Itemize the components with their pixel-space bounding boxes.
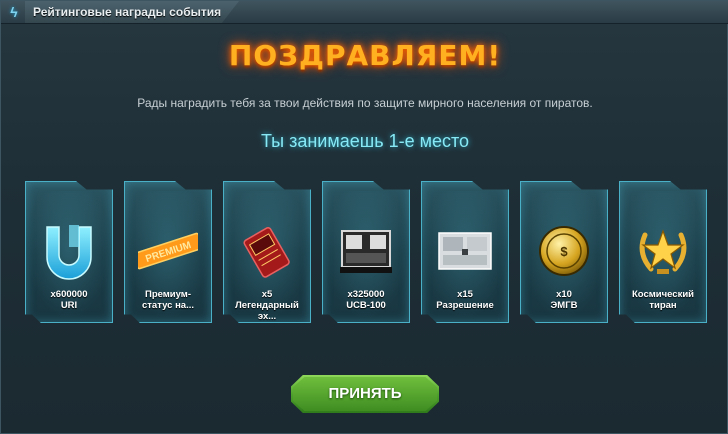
event-rewards-window: ϟ Рейтинговые награды события ПОЗДРАВЛЯЕ… <box>0 0 728 434</box>
reward-card-premium[interactable]: PREMIUM Премиум- статус на... <box>124 181 212 323</box>
reward-description: Рады наградить тебя за твои действия по … <box>137 96 593 110</box>
uri-currency-icon <box>46 225 92 280</box>
reward-label: x600000 URI <box>50 289 88 311</box>
title-bar[interactable]: ϟ Рейтинговые награды события <box>1 1 728 24</box>
reward-card-legendary[interactable]: x5 Легендарный эх... <box>223 181 311 323</box>
legendary-crate-icon <box>243 227 290 278</box>
ammo-box-icon <box>340 230 392 273</box>
congrats-headline: ПОЗДРАВЛЯЕМ! <box>228 39 502 72</box>
reward-card-emgv[interactable]: $ x10 ЭМГВ <box>520 181 608 323</box>
reward-label: x5 Легендарный эх... <box>235 289 299 322</box>
reward-label: x10 ЭМГВ <box>550 289 578 311</box>
accept-button-label: ПРИНЯТЬ <box>328 385 402 402</box>
reward-label: x325000 UCB-100 <box>346 289 386 311</box>
premium-badge-icon: PREMIUM <box>138 232 198 270</box>
rank-text: Ты занимаешь 1-е место <box>260 131 470 151</box>
permit-document-icon <box>438 232 492 270</box>
reward-card-permit[interactable]: x15 Разрешение <box>421 181 509 323</box>
reward-label: Космический тиран <box>631 289 695 311</box>
reward-card-ucb100[interactable]: x325000 UCB-100 <box>322 181 410 323</box>
reward-card-space-tyrant[interactable]: Космический тиран <box>619 181 707 323</box>
lightning-icon: ϟ <box>10 4 18 20</box>
accept-button[interactable]: ПРИНЯТЬ <box>291 375 439 413</box>
gold-coin-icon: $ <box>539 226 589 276</box>
window-title: Рейтинговые награды события <box>33 5 222 19</box>
reward-label: x15 Разрешение <box>436 289 494 311</box>
reward-label: Премиум- статус на... <box>141 289 195 311</box>
svg-text:$: $ <box>560 244 568 259</box>
star-laurel-icon <box>639 229 687 274</box>
reward-card-uri[interactable]: x600000 URI <box>25 181 113 323</box>
